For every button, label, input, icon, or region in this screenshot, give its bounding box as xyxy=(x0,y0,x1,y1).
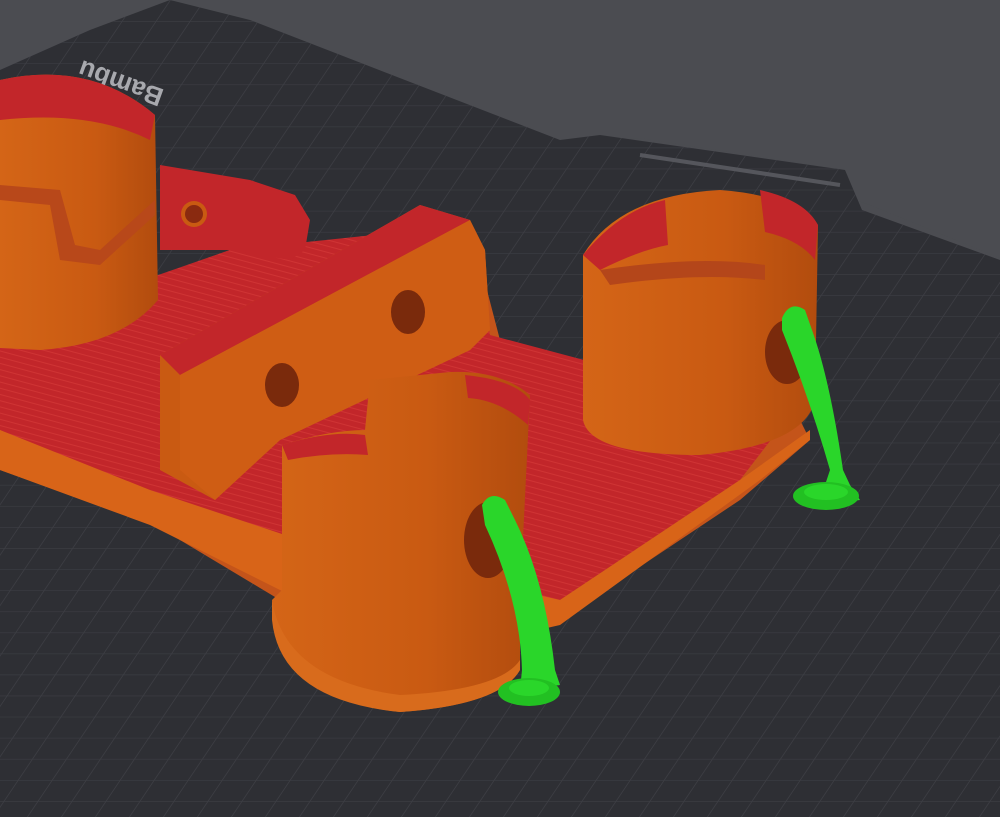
scene: Bambu xyxy=(0,0,1000,817)
mount-hole xyxy=(265,363,299,407)
3d-viewport[interactable]: Bambu xyxy=(0,0,1000,817)
mount-hole xyxy=(391,290,425,334)
